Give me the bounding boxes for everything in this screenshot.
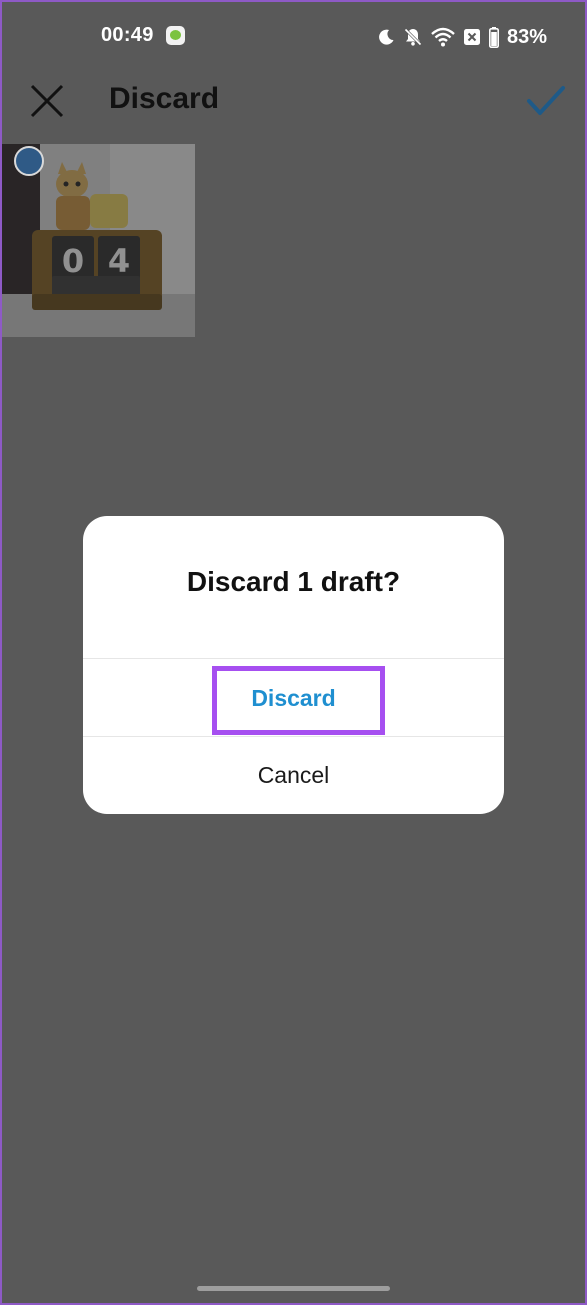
battery-icon: [488, 26, 499, 48]
selected-check-icon[interactable]: [14, 146, 44, 176]
status-bar: 00:49 83%: [0, 0, 587, 72]
discard-button[interactable]: Discard: [83, 659, 504, 737]
dialog-title: Discard 1 draft?: [186, 566, 401, 597]
home-indicator[interactable]: [197, 1286, 390, 1291]
discard-dialog: Discard 1 draft? Discard Cancel: [83, 516, 504, 814]
moon-icon: [379, 29, 394, 45]
header: Discard: [0, 72, 587, 128]
check-icon[interactable]: [526, 84, 566, 118]
messages-app-icon: [166, 26, 185, 45]
cancel-button[interactable]: Cancel: [83, 737, 504, 814]
no-sim-icon: [463, 29, 480, 45]
mute-bell-icon: [404, 28, 422, 46]
status-icons: 83%: [377, 24, 547, 50]
status-time: 00:49: [101, 24, 154, 46]
wifi-icon: [431, 27, 455, 47]
page-title: Discard: [109, 82, 220, 115]
battery-percent: 83%: [506, 25, 547, 48]
close-icon[interactable]: [28, 82, 66, 120]
